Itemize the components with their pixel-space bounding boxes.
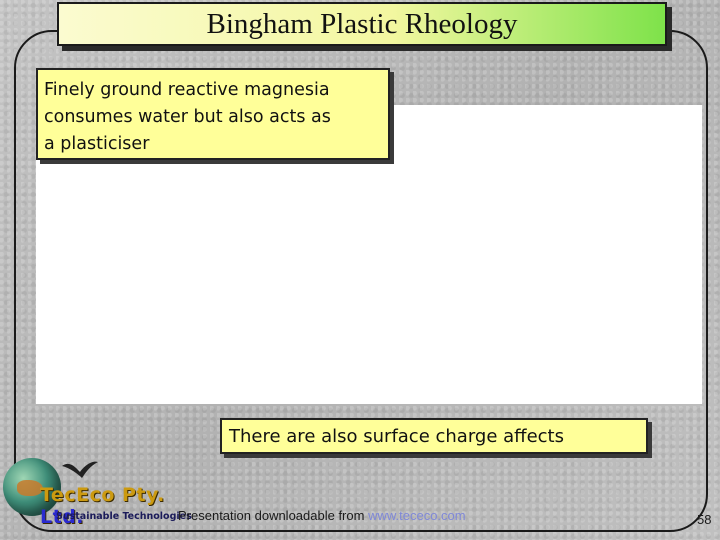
callout-line: a plasticiser — [44, 134, 150, 154]
slide-title: Bingham Plastic Rheology — [206, 7, 518, 40]
callout-line: consumes water but also acts as — [44, 107, 331, 127]
title-box: Bingham Plastic Rheology — [57, 2, 667, 46]
footer: Presentation downloadable from www.tecec… — [178, 508, 466, 523]
callout-text: There are also surface charge affects — [229, 426, 564, 447]
page-number: 58 — [697, 512, 712, 527]
logo-tagline: Sustainable Technologies — [56, 511, 192, 522]
callout-line: Finely ground reactive magnesia — [44, 80, 330, 100]
footer-text: Presentation downloadable from — [178, 508, 369, 523]
callout-surface-charge: There are also surface charge affects — [220, 418, 648, 454]
slide: { "slide": { "title": "Bingham Plastic R… — [0, 0, 720, 540]
tececo-logo: TecEco Pty. Ltd. Sustainable Technologie… — [0, 452, 210, 540]
logo-name-main: TecEco Pty. — [40, 484, 165, 506]
callout-plasticiser: Finely ground reactive magnesia consumes… — [36, 68, 390, 160]
footer-link[interactable]: www.tececo.com — [368, 508, 466, 523]
